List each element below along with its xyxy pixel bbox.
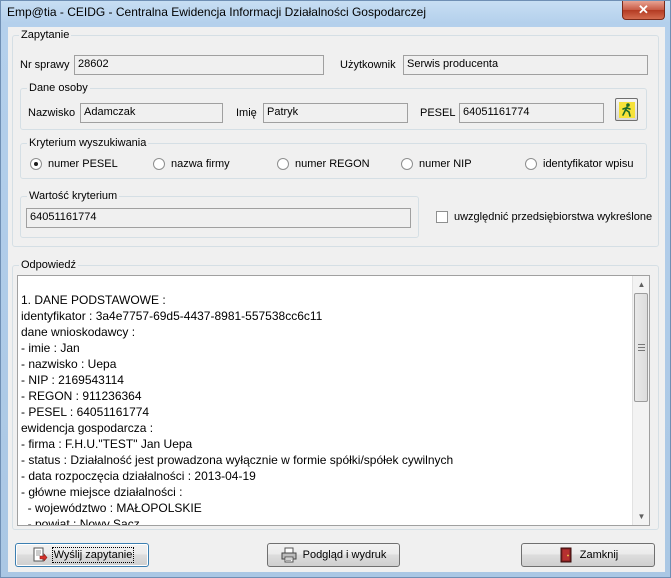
- imie-label: Imię: [236, 107, 257, 119]
- radio-numer-pesel[interactable]: numer PESEL: [30, 158, 118, 170]
- radio-label: numer PESEL: [48, 158, 118, 170]
- checkbox-indicator: [436, 211, 448, 223]
- wartosc-field[interactable]: 64051161774: [26, 208, 411, 228]
- close-button[interactable]: Zamknij: [521, 543, 655, 567]
- wykreslone-checkbox[interactable]: uwzględnić przedsiębiorstwa wykreślone: [436, 211, 652, 223]
- radio-identyfikator-wpisu[interactable]: identyfikator wpisu: [525, 158, 634, 170]
- preview-print-label: Podgląd i wydruk: [302, 549, 387, 561]
- radio-label: numer NIP: [419, 158, 472, 170]
- radio-nazwa-firmy[interactable]: nazwa firmy: [153, 158, 230, 170]
- exit-door-icon: [560, 547, 572, 563]
- response-line: - PESEL : 64051161774: [21, 405, 150, 419]
- radio-numer-regon[interactable]: numer REGON: [277, 158, 370, 170]
- scroll-down-arrow-icon[interactable]: ▼: [633, 508, 649, 525]
- radio-indicator: [401, 158, 413, 170]
- nazwisko-label: Nazwisko: [28, 107, 76, 119]
- response-text: 1. DANE PODSTAWOWE : identyfikator : 3a4…: [21, 292, 633, 526]
- preview-print-button[interactable]: Podgląd i wydruk: [267, 543, 400, 567]
- scroll-thumb[interactable]: [634, 293, 648, 402]
- app-window: Emp@tia - CEIDG - Centralna Ewidencja In…: [0, 0, 671, 578]
- scroll-grip-icon: [638, 344, 645, 351]
- window-close-button[interactable]: ✕: [622, 1, 665, 20]
- response-line: - REGON : 911236364: [21, 389, 142, 403]
- radio-indicator: [153, 158, 165, 170]
- zapytanie-legend: Zapytanie: [21, 29, 70, 41]
- response-line: - główne miejsce działalności :: [21, 485, 183, 499]
- radio-label: nazwa firmy: [171, 158, 230, 170]
- response-line: - data rozpoczęcia działalności : 2013-0…: [21, 469, 256, 483]
- response-textarea[interactable]: 1. DANE PODSTAWOWE : identyfikator : 3a4…: [17, 275, 650, 526]
- response-line: - NIP : 2169543114: [21, 373, 124, 387]
- kryterium-legend: Kryterium wyszukiwania: [29, 137, 147, 149]
- window-title: Emp@tia - CEIDG - Centralna Ewidencja In…: [7, 5, 427, 19]
- person-lookup-button[interactable]: [615, 98, 638, 121]
- radio-indicator: [277, 158, 289, 170]
- imie-field[interactable]: Patryk: [263, 103, 408, 123]
- send-document-icon: [33, 547, 48, 562]
- uzytkownik-field[interactable]: Serwis producenta: [403, 55, 648, 75]
- pesel-field[interactable]: 64051161774: [459, 103, 604, 123]
- send-query-label: Wyślij zapytanie: [51, 547, 135, 563]
- radio-numer-nip[interactable]: numer NIP: [401, 158, 472, 170]
- radio-label: numer REGON: [295, 158, 370, 170]
- radio-indicator: [525, 158, 537, 170]
- running-person-icon: [618, 101, 635, 118]
- radio-label: identyfikator wpisu: [543, 158, 634, 170]
- send-query-button[interactable]: Wyślij zapytanie: [15, 543, 149, 567]
- dane-osoby-legend: Dane osoby: [29, 82, 88, 94]
- client-area: Zapytanie Nr sprawy 28602 Użytkownik Ser…: [8, 27, 665, 572]
- response-line: dane wnioskodawcy :: [21, 325, 136, 339]
- response-line: - powiat : Nowy Sącz: [21, 517, 140, 526]
- response-line: 1. DANE PODSTAWOWE :: [21, 293, 166, 307]
- response-line: ewidencja gospodarcza :: [21, 421, 154, 435]
- printer-icon: [281, 547, 297, 563]
- nr-sprawy-field[interactable]: 28602: [74, 55, 324, 75]
- response-line: - imie : Jan: [21, 341, 80, 355]
- response-line: identyfikator : 3a4e7757-69d5-4437-8981-…: [21, 309, 323, 323]
- nr-sprawy-label: Nr sprawy: [20, 59, 70, 71]
- close-label: Zamknij: [579, 549, 619, 561]
- checkbox-label: uwzględnić przedsiębiorstwa wykreślone: [454, 211, 653, 223]
- response-scrollbar[interactable]: ▲ ▼: [632, 276, 649, 525]
- uzytkownik-label: Użytkownik: [340, 59, 396, 71]
- nazwisko-field[interactable]: Adamczak: [80, 103, 223, 123]
- response-line: - nazwisko : Uepa: [21, 357, 117, 371]
- pesel-label: PESEL: [420, 107, 456, 119]
- odpowiedz-legend: Odpowiedź: [21, 259, 77, 271]
- radio-indicator: [30, 158, 42, 170]
- wartosc-legend: Wartość kryterium: [29, 190, 118, 202]
- response-line: - firma : F.H.U."TEST" Jan Uepa: [21, 437, 193, 451]
- response-line: - województwo : MAŁOPOLSKIE: [21, 501, 202, 515]
- scroll-up-arrow-icon[interactable]: ▲: [633, 276, 649, 293]
- response-line: - status : Działalność jest prowadzona w…: [21, 453, 454, 467]
